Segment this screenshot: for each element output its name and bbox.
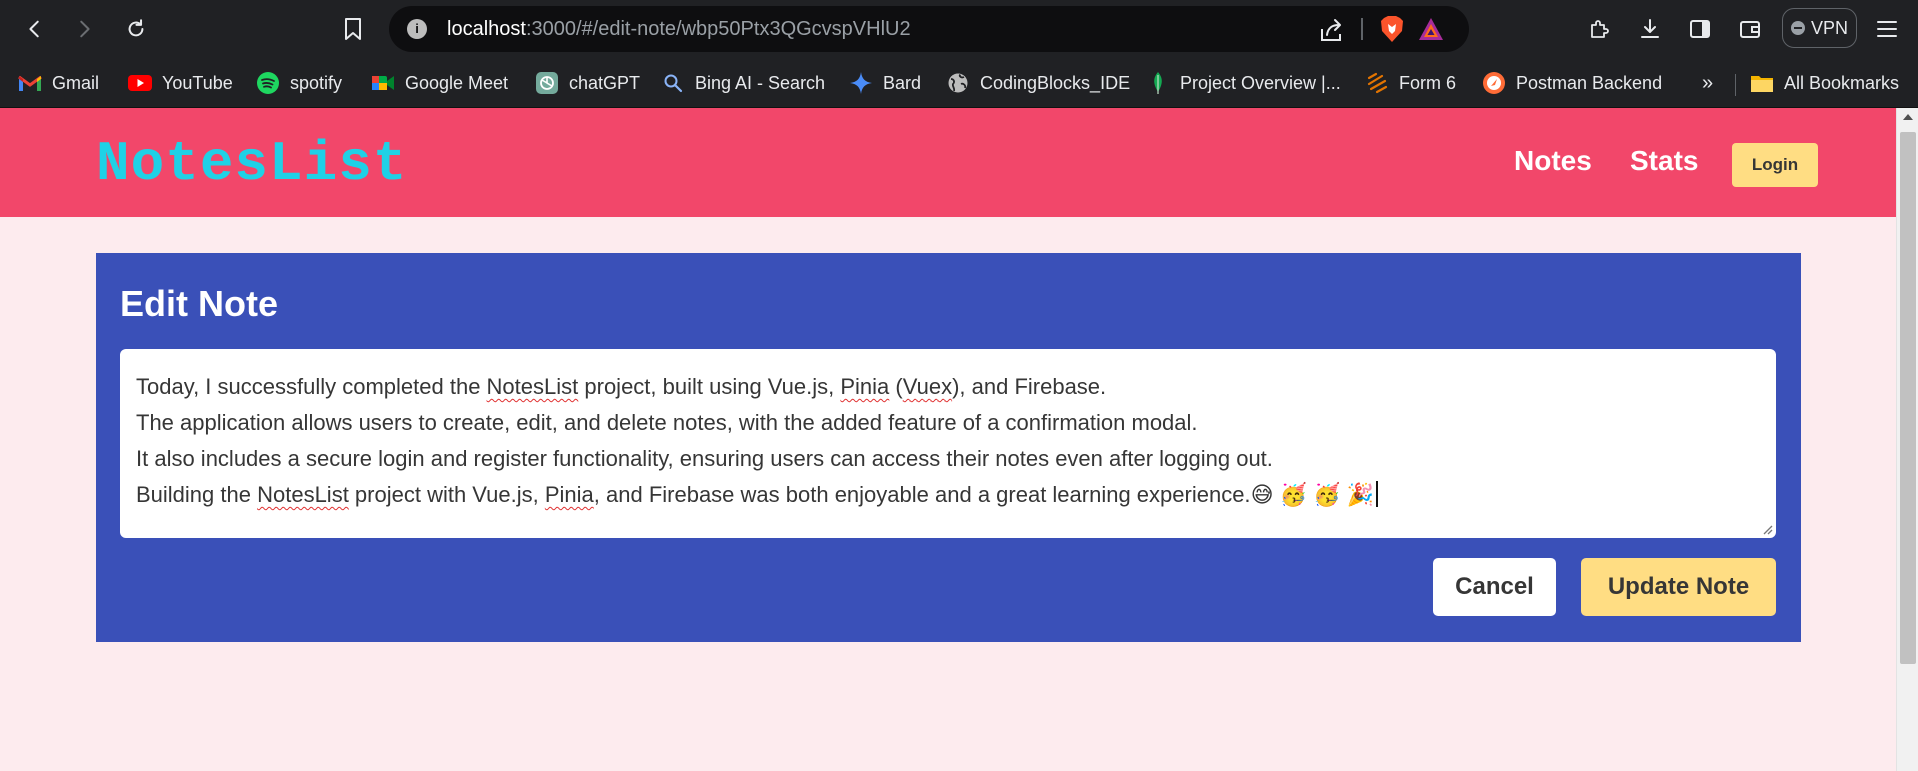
edit-note-card: Edit Note Today, I successfully complete…: [96, 253, 1801, 642]
extensions-button[interactable]: [1586, 15, 1614, 43]
vpn-button[interactable]: VPN: [1782, 8, 1857, 48]
nav-notes-link[interactable]: Notes: [1514, 145, 1592, 177]
bookmark-icon: [345, 18, 361, 40]
download-icon: [1641, 19, 1659, 38]
hamburger-menu-icon: [1877, 21, 1897, 37]
arrow-right-icon: [80, 20, 90, 38]
url-text[interactable]: localhost:3000/#/edit-note/wbp50Ptx3QGcv…: [447, 18, 911, 41]
google-meet-icon: [371, 71, 395, 95]
note-textarea[interactable]: Today, I successfully completed the Note…: [120, 349, 1776, 538]
update-note-button[interactable]: Update Note: [1581, 558, 1776, 616]
resize-handle-icon[interactable]: [1761, 523, 1773, 535]
bookmark-form-6[interactable]: Form 6: [1365, 68, 1456, 98]
chatgpt-icon: [535, 71, 559, 95]
sidebar-toggle-button[interactable]: [1686, 15, 1714, 43]
note-line: The application allows users to create, …: [136, 410, 1198, 435]
bookmarks-bar: Gmail YouTube spotify Google Meet chatGP…: [0, 58, 1918, 108]
bookmark-project-overview[interactable]: Project Overview |...: [1146, 68, 1341, 98]
note-line: It also includes a secure login and regi…: [136, 446, 1273, 471]
brave-rewards-icon[interactable]: [1417, 15, 1445, 43]
bookmark-postman-backend[interactable]: Postman Backend: [1482, 68, 1662, 98]
sidebar-icon: [1690, 20, 1710, 38]
app-navbar: NotesList Notes Stats Login: [0, 108, 1896, 217]
wallet-icon: [1740, 21, 1760, 38]
bookmark-google-meet[interactable]: Google Meet: [371, 68, 508, 98]
more-bookmarks-button[interactable]: »: [1702, 72, 1713, 95]
downloads-button[interactable]: [1636, 15, 1664, 43]
bard-icon: [849, 71, 873, 95]
search-icon: [661, 71, 685, 95]
bookmark-page-button[interactable]: [338, 14, 368, 44]
bookmark-bard[interactable]: Bard: [849, 68, 921, 98]
youtube-icon: [128, 71, 152, 95]
misspelled-word: Pinia: [544, 482, 594, 507]
login-button[interactable]: Login: [1732, 143, 1818, 187]
divider: [1735, 74, 1736, 96]
wallet-button[interactable]: [1736, 15, 1764, 43]
browser-toolbar: i localhost:3000/#/edit-note/wbp50Ptx3QG…: [0, 0, 1918, 58]
scroll-up-arrow-icon[interactable]: [1903, 114, 1913, 120]
all-bookmarks-button[interactable]: All Bookmarks: [1750, 68, 1899, 98]
misspelled-word: Pinia: [840, 374, 890, 399]
misspelled-word: Vuex: [902, 374, 953, 399]
postman-icon: [1482, 71, 1506, 95]
misspelled-word: NotesList: [486, 374, 579, 399]
globe-icon: [946, 71, 970, 95]
bookmark-codingblocks-ide[interactable]: CodingBlocks_IDE: [946, 68, 1130, 98]
emoji-sequence: 😅 🥳 🥳 🎉: [1250, 482, 1375, 507]
forward-button[interactable]: [66, 11, 102, 47]
browser-menu-button[interactable]: [1873, 15, 1901, 43]
bookmark-youtube[interactable]: YouTube: [128, 68, 233, 98]
reload-icon: [128, 19, 144, 37]
page-viewport: NotesList Notes Stats Login Edit Note To…: [0, 108, 1918, 771]
page-scrollbar[interactable]: [1896, 108, 1918, 771]
vpn-status-icon: [1790, 21, 1805, 35]
site-info-icon[interactable]: i: [407, 19, 427, 39]
reload-button[interactable]: [118, 11, 154, 47]
share-icon[interactable]: [1319, 17, 1345, 43]
edit-note-title: Edit Note: [120, 283, 278, 324]
puzzle-icon: [1591, 20, 1609, 38]
back-button[interactable]: [17, 11, 53, 47]
bookmark-chatgpt[interactable]: chatGPT: [535, 68, 640, 98]
misspelled-word: NotesList: [257, 482, 349, 507]
cancel-button[interactable]: Cancel: [1433, 558, 1556, 616]
address-bar[interactable]: i localhost:3000/#/edit-note/wbp50Ptx3QG…: [389, 6, 1469, 52]
bookmark-bing-ai-search[interactable]: Bing AI - Search: [661, 68, 825, 98]
mongodb-leaf-icon: [1146, 71, 1170, 95]
app-brand[interactable]: NotesList: [96, 132, 407, 196]
nav-stats-link[interactable]: Stats: [1630, 145, 1698, 177]
divider: [1361, 18, 1363, 40]
folder-icon: [1750, 71, 1774, 95]
brave-shields-icon[interactable]: [1379, 15, 1405, 43]
spotify-icon: [256, 71, 280, 95]
bookmark-gmail[interactable]: Gmail: [18, 68, 99, 98]
bookmark-spotify[interactable]: spotify: [256, 68, 342, 98]
form-icon: [1365, 71, 1389, 95]
text-caret: [1376, 481, 1379, 507]
gmail-icon: [18, 71, 42, 95]
scroll-thumb[interactable]: [1900, 132, 1916, 664]
note-line: Today, I successfully completed the Note…: [136, 374, 1107, 399]
arrow-left-icon: [29, 20, 39, 38]
note-line: Building the NotesList project with Vue.…: [136, 477, 1760, 513]
